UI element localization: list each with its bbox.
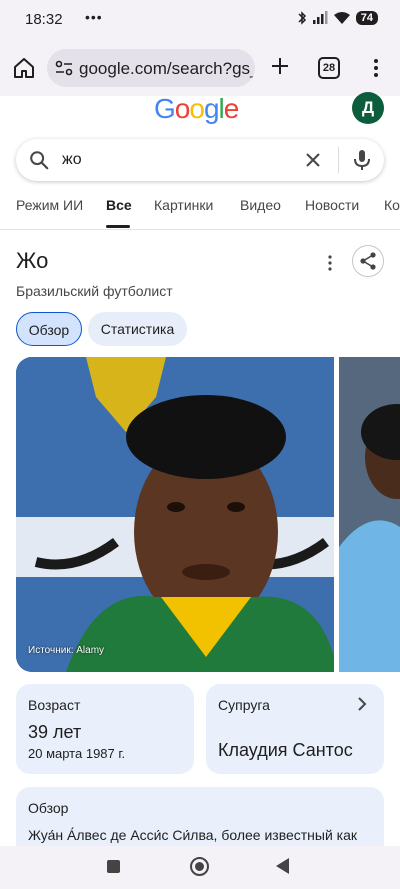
tab-all[interactable]: Все — [106, 197, 132, 213]
google-logo-letter: G — [154, 93, 176, 124]
kebab-menu-icon[interactable] — [320, 253, 340, 273]
entity-description: Бразильский футболист — [16, 283, 173, 299]
spouse-label: Супруга — [218, 697, 270, 713]
signal-icon — [312, 11, 328, 24]
photo-source-caption: Источник: Alamy — [28, 645, 105, 656]
birth-date: 20 марта 1987 г. — [28, 746, 126, 761]
new-tab-icon[interactable] — [268, 54, 292, 78]
wifi-icon — [333, 12, 350, 24]
search-input[interactable] — [62, 148, 292, 172]
search-divider — [338, 147, 339, 173]
chip-statistics[interactable]: Статистика — [88, 312, 187, 346]
url-text[interactable]: google.com/search?gs_ — [79, 59, 255, 79]
home-icon[interactable] — [12, 56, 36, 80]
clear-icon[interactable] — [303, 150, 323, 170]
tab-ai-mode[interactable]: Режим ИИ — [16, 197, 83, 213]
overview-text: Жуа́н А́лвес де Асси́с Си́лва, более изв… — [28, 827, 358, 843]
battery-indicator: 74 — [355, 11, 378, 25]
recent-apps-button[interactable] — [107, 860, 120, 873]
search-filter-tabs: Режим ИИ Все Картинки Видео Новости Ко — [0, 190, 400, 230]
status-bar: 18:32 ••• 74 — [0, 0, 400, 40]
share-icon — [360, 252, 376, 270]
chip-overview[interactable]: Обзор — [16, 312, 82, 346]
age-label: Возраст — [28, 697, 81, 713]
chevron-right-icon — [358, 697, 367, 711]
google-logo-letter: g — [203, 93, 220, 124]
player-photo-image — [16, 357, 334, 672]
google-logo-letter: e — [223, 93, 240, 124]
bluetooth-icon — [298, 11, 306, 25]
url-bar[interactable]: google.com/search?gs_ — [47, 49, 255, 87]
avatar[interactable]: Д — [352, 92, 384, 124]
active-tab-indicator — [106, 225, 130, 228]
tab-news[interactable]: Новости — [305, 197, 359, 213]
home-button[interactable] — [190, 857, 209, 876]
google-logo[interactable]: Google — [154, 93, 240, 125]
site-settings-icon[interactable] — [55, 60, 73, 76]
age-value: 39 лет — [28, 722, 82, 742]
google-logo-letter: o — [174, 93, 191, 124]
tab-images[interactable]: Картинки — [154, 197, 213, 213]
tab-switcher-button[interactable]: 28 — [318, 57, 340, 79]
share-button[interactable] — [352, 245, 384, 277]
status-time: 18:32 — [25, 11, 63, 28]
search-box[interactable] — [16, 139, 384, 181]
search-icon[interactable] — [28, 149, 50, 171]
spouse-name: Клаудия Сантос — [218, 740, 353, 760]
tab-videos[interactable]: Видео — [240, 197, 281, 213]
browser-toolbar: google.com/search?gs_ 28 — [0, 40, 400, 96]
page-title: Жо — [16, 248, 49, 273]
system-nav-bar — [0, 846, 400, 889]
tab-more[interactable]: Ко — [384, 197, 400, 213]
age-card[interactable]: Возраст 39 лет 20 марта 1987 г. — [16, 684, 194, 774]
overview-label: Обзор — [28, 800, 69, 816]
player-photo[interactable]: Источник: Alamy — [16, 357, 334, 672]
notification-dots: ••• — [85, 9, 103, 25]
status-icons: 74 — [297, 11, 378, 25]
back-button[interactable] — [276, 858, 289, 874]
microphone-icon[interactable] — [351, 148, 373, 172]
player-photo-secondary-image — [339, 357, 400, 672]
spouse-card[interactable]: Супруга Клаудия Сантос — [206, 684, 384, 774]
player-photo-secondary[interactable] — [339, 357, 400, 672]
more-menu-icon[interactable] — [364, 56, 388, 80]
google-logo-letter: o — [189, 93, 205, 124]
